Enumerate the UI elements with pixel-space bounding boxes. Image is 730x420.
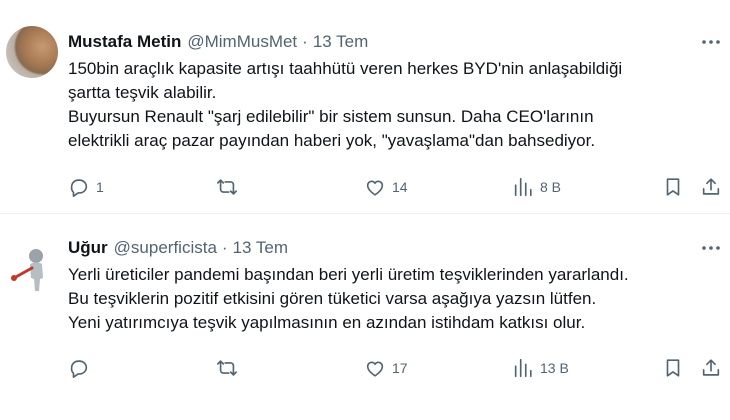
like-button[interactable]: 14 xyxy=(364,175,408,199)
heart-icon xyxy=(366,361,384,377)
like-count: 17 xyxy=(392,360,408,376)
bookmark-icon xyxy=(666,178,680,196)
tweet-text-line: Bu teşviklerin pozitif etkisini gören tü… xyxy=(68,289,597,308)
retweet-button[interactable] xyxy=(216,175,244,199)
views-count: 13 B xyxy=(540,360,569,376)
analytics-icon xyxy=(514,177,532,197)
tweet-text-line: elektrikli araç pazar payından haberi yo… xyxy=(68,131,596,150)
share-icon xyxy=(702,359,720,376)
more-horizontal-icon[interactable] xyxy=(700,240,722,256)
tweet-text-line: Yeni yatırımcıya teşvik yapılmasının en … xyxy=(68,313,586,332)
share-button[interactable] xyxy=(700,356,722,380)
tweet-actions: 1 14 8 B xyxy=(68,175,728,199)
tweet-header: Uğur @superficista · 13 Tem xyxy=(68,237,288,259)
separator-dot: · xyxy=(302,32,308,51)
author-handle[interactable]: @MimMusMet xyxy=(187,32,297,52)
views-count: 8 B xyxy=(540,179,562,195)
timestamp[interactable]: 13 Tem xyxy=(313,32,368,52)
tweet-text-line: şartta teşvik alabilir. xyxy=(68,83,217,102)
like-count: 14 xyxy=(392,179,408,195)
tweet-actions: 17 13 B xyxy=(68,356,728,380)
retweet-icon xyxy=(217,179,237,195)
views-button[interactable]: 13 B xyxy=(512,356,569,380)
bookmark-icon xyxy=(666,359,680,377)
tweet[interactable]: Mustafa Metin @MimMusMet · 13 Tem 150bin… xyxy=(0,0,730,213)
avatar[interactable] xyxy=(6,244,58,296)
retweet-button[interactable] xyxy=(216,356,244,380)
heart-icon xyxy=(366,180,384,196)
tweet-divider xyxy=(0,213,730,214)
author-handle[interactable]: @superficista xyxy=(114,238,217,258)
author-name[interactable]: Uğur xyxy=(68,238,108,258)
reply-count: 1 xyxy=(96,179,104,195)
tweet-text-line: Yerli üreticiler pandemi başından beri y… xyxy=(68,265,629,284)
more-horizontal-icon[interactable] xyxy=(700,34,722,50)
tweet-text: 150bin araçlık kapasite artışı taahhütü … xyxy=(68,57,718,153)
reply-icon xyxy=(70,360,88,378)
timestamp[interactable]: 13 Tem xyxy=(233,238,288,258)
reply-button[interactable]: 1 xyxy=(68,175,104,199)
separator-dot: · xyxy=(221,238,228,257)
reply-button[interactable] xyxy=(68,356,96,380)
share-icon xyxy=(702,178,720,195)
share-button[interactable] xyxy=(700,175,722,199)
analytics-icon xyxy=(514,358,532,378)
reply-icon xyxy=(70,179,88,197)
tweet-header: Mustafa Metin @MimMusMet · 13 Tem xyxy=(68,31,368,53)
bookmark-button[interactable] xyxy=(662,356,684,380)
like-button[interactable]: 17 xyxy=(364,356,408,380)
tweet[interactable]: Uğur @superficista · 13 Tem Yerli üretic… xyxy=(0,218,730,420)
avatar[interactable] xyxy=(6,26,58,78)
tweet-text-line: Buyursun Renault "şarj edilebilir" bir s… xyxy=(68,107,594,126)
views-button[interactable]: 8 B xyxy=(512,175,561,199)
tweet-text-line: 150bin araçlık kapasite artışı taahhütü … xyxy=(68,59,623,78)
retweet-icon xyxy=(217,360,237,376)
tweet-text: Yerli üreticiler pandemi başından beri y… xyxy=(68,263,718,335)
bookmark-button[interactable] xyxy=(662,175,684,199)
author-name[interactable]: Mustafa Metin xyxy=(68,32,181,52)
